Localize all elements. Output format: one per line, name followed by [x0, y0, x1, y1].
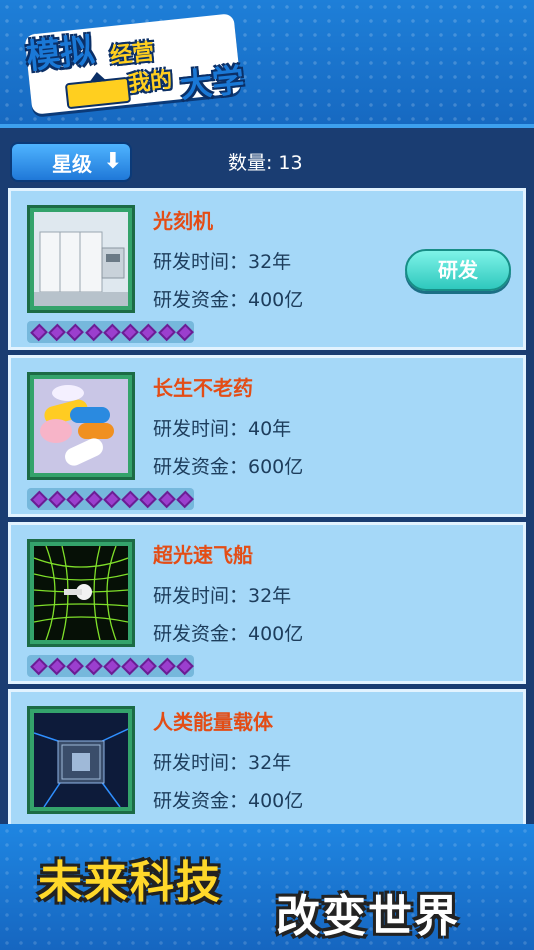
gem-icon	[175, 490, 194, 508]
star-rating	[27, 321, 194, 343]
gem-icon	[84, 323, 103, 341]
header-background: 模拟 经营 我的 大学	[0, 0, 534, 130]
count-value: 13	[278, 152, 303, 174]
item-thumbnail	[27, 539, 135, 647]
item-count: 数量: 13	[222, 148, 303, 175]
item-title: 光刻机	[153, 209, 213, 233]
gem-icon	[103, 323, 121, 341]
gem-icon	[157, 323, 176, 341]
research-card: 长生不老药 研发时间：40年 研发资金：600亿	[8, 355, 526, 517]
gem-icon	[157, 490, 176, 508]
research-card: 人类能量载体 研发时间：32年 研发资金：400亿	[8, 689, 526, 829]
research-time: 研发时间：32年	[153, 585, 292, 607]
gem-icon	[48, 323, 67, 341]
item-title: 长生不老药	[153, 376, 253, 400]
research-card: 光刻机 研发时间：32年 研发资金：400亿 研发	[8, 188, 526, 350]
research-card: 超光速飞船 研发时间：32年 研发资金：400亿	[8, 522, 526, 684]
gem-icon	[139, 657, 158, 675]
research-time: 研发时间：32年	[153, 251, 292, 273]
game-logo: 模拟 经营 我的 大学	[18, 13, 248, 115]
research-time: 研发时间：32年	[153, 752, 292, 774]
item-thumbnail	[27, 372, 135, 480]
arrow-down-icon: ⬇	[103, 149, 122, 174]
gem-icon	[48, 657, 67, 675]
research-fund: 研发资金：400亿	[153, 790, 304, 812]
research-panel: 星级 ⬇ 数量: 13 光刻机 研发时间：32年 研发资金：400亿 研发 长生…	[0, 124, 534, 829]
gem-icon	[48, 490, 67, 508]
logo-text-4: 大学	[178, 60, 247, 106]
gem-icon	[66, 323, 85, 341]
count-label: 数量:	[228, 152, 273, 174]
gem-icon	[30, 323, 49, 341]
gem-icon	[66, 657, 85, 675]
star-rating	[27, 488, 194, 510]
sort-by-star-button[interactable]: 星级 ⬇	[10, 142, 132, 182]
ftl-spaceship-image	[34, 546, 128, 640]
sort-button-label: 星级	[52, 151, 92, 176]
slogan-change-world: 改变世界	[276, 891, 460, 942]
pills-image	[34, 379, 128, 473]
gem-icon	[84, 657, 103, 675]
logo-text-1: 模拟	[24, 30, 97, 78]
item-thumbnail	[27, 706, 135, 814]
item-thumbnail	[27, 205, 135, 313]
gem-icon	[175, 657, 194, 675]
gem-icon	[30, 657, 49, 675]
gem-icon	[84, 490, 103, 508]
gem-icon	[175, 323, 194, 341]
gem-icon	[139, 323, 158, 341]
gem-icon	[121, 490, 140, 508]
lithography-machine-image	[34, 212, 128, 306]
research-time: 研发时间：40年	[153, 418, 292, 440]
gem-icon	[30, 490, 49, 508]
research-fund: 研发资金：400亿	[153, 289, 304, 311]
slogan-future-tech: 未来科技	[38, 857, 222, 908]
star-rating	[27, 655, 194, 677]
panel-header: 星级 ⬇ 数量: 13	[0, 128, 534, 182]
item-title: 超光速飞船	[153, 543, 253, 567]
research-fund: 研发资金：400亿	[153, 623, 304, 645]
research-list[interactable]: 光刻机 研发时间：32年 研发资金：400亿 研发 长生不老药 研发时间：40年…	[8, 188, 528, 834]
research-fund: 研发资金：600亿	[153, 456, 304, 478]
logo-text-3: 我的	[127, 67, 174, 98]
gem-icon	[103, 657, 121, 675]
gem-icon	[66, 490, 85, 508]
item-title: 人类能量载体	[153, 710, 273, 734]
gem-icon	[121, 657, 140, 675]
gem-icon	[121, 323, 140, 341]
research-button[interactable]: 研发	[405, 249, 511, 291]
chip-image	[34, 713, 128, 807]
gem-icon	[139, 490, 158, 508]
promo-banner: 未来科技 改变世界	[0, 824, 534, 950]
gem-icon	[103, 490, 121, 508]
gem-icon	[157, 657, 176, 675]
